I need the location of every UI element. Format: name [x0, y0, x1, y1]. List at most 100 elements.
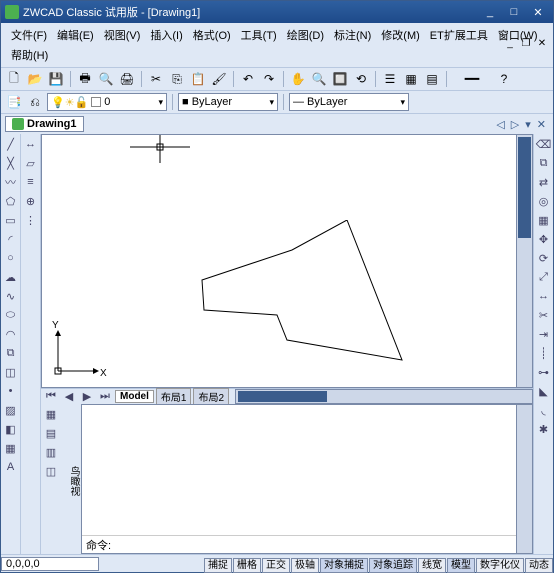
layout-tab-2[interactable]: 布局2	[193, 388, 229, 405]
mdi-restore-button[interactable]: ❐	[519, 37, 533, 49]
break-icon[interactable]: ┊	[536, 345, 552, 361]
command-vscrollbar[interactable]	[517, 404, 533, 554]
status-btn-8[interactable]: 数字化仪	[476, 558, 524, 573]
design-center-icon[interactable]: ▦	[402, 70, 420, 88]
erase-icon[interactable]: ⌫	[536, 136, 552, 152]
command-history[interactable]	[82, 405, 516, 535]
maximize-button[interactable]: □	[503, 4, 525, 20]
plot-icon[interactable]: 🖨	[118, 70, 136, 88]
make-block-icon[interactable]: ◫	[3, 364, 19, 380]
polyline-icon[interactable]: 〰	[3, 174, 19, 190]
tool-b-icon[interactable]: ▤	[43, 425, 59, 441]
paste-icon[interactable]: 📋	[189, 70, 207, 88]
tab-close-icon[interactable]: ✕	[534, 118, 549, 131]
layout-tab-1[interactable]: 布局1	[156, 388, 192, 405]
layer-prev-icon[interactable]: ⎌	[26, 93, 44, 111]
canvas-vscrollbar[interactable]	[517, 134, 533, 388]
zoom-previous-icon[interactable]: ⟲	[352, 70, 370, 88]
tab-menu-icon[interactable]: ▾	[522, 118, 534, 131]
menu-modify[interactable]: 修改(M)	[377, 25, 424, 45]
new-icon[interactable]: 🗋	[5, 70, 23, 88]
area-icon[interactable]: ▱	[23, 155, 39, 171]
drawing-canvas[interactable]: X Y	[41, 134, 517, 388]
other-tool-icon[interactable]: ⋮	[23, 212, 39, 228]
menu-edit[interactable]: 编辑(E)	[53, 25, 98, 45]
copy-icon[interactable]: ⎘	[168, 70, 186, 88]
menu-view[interactable]: 视图(V)	[100, 25, 145, 45]
tool-palettes-icon[interactable]: ▤	[423, 70, 441, 88]
document-tab[interactable]: Drawing1	[5, 116, 84, 132]
insert-block-icon[interactable]: ⧉	[3, 345, 19, 361]
layer-props-icon[interactable]: 📑	[5, 93, 23, 111]
region-icon[interactable]: ◧	[3, 421, 19, 437]
print-icon[interactable]: 🖶	[76, 70, 94, 88]
spline-icon[interactable]: ∿	[3, 288, 19, 304]
status-btn-0[interactable]: 捕捉	[204, 558, 232, 573]
tool-d-icon[interactable]: ◫	[43, 463, 59, 479]
rectangle-icon[interactable]: ▭	[3, 212, 19, 228]
save-icon[interactable]: 💾	[47, 70, 65, 88]
ellipse-icon[interactable]: ⬭	[3, 307, 19, 323]
status-btn-5[interactable]: 对象追踪	[369, 558, 417, 573]
table-icon[interactable]: ▦	[3, 440, 19, 456]
properties-icon[interactable]: ☰	[381, 70, 399, 88]
canvas-hscrollbar[interactable]	[235, 389, 533, 404]
layer-combo[interactable]: 💡 ☀ 🔓 0 ▾	[47, 93, 167, 111]
polygon-icon[interactable]: ⬠	[3, 193, 19, 209]
menu-file[interactable]: 文件(F)	[7, 25, 51, 45]
chamfer-icon[interactable]: ◣	[536, 383, 552, 399]
circle-icon[interactable]: ○	[3, 250, 19, 266]
close-button[interactable]: ✕	[527, 4, 549, 20]
offset-icon[interactable]: ◎	[536, 193, 552, 209]
arc-icon[interactable]: ◜	[3, 231, 19, 247]
tab-next-icon[interactable]: ▷	[508, 118, 522, 131]
linetype-combo[interactable]: — ByLayer ▾	[289, 93, 409, 111]
next-tab-icon[interactable]: ▶	[79, 389, 95, 405]
move-icon[interactable]: ✥	[536, 231, 552, 247]
last-tab-icon[interactable]: ⏭	[97, 389, 113, 405]
redo-icon[interactable]: ↷	[260, 70, 278, 88]
minimize-button[interactable]: _	[479, 4, 501, 20]
status-btn-4[interactable]: 对象捕捉	[320, 558, 368, 573]
status-btn-1[interactable]: 栅格	[233, 558, 261, 573]
mdi-minimize-button[interactable]: _	[503, 37, 517, 49]
menu-insert[interactable]: 插入(I)	[146, 25, 186, 45]
list-icon[interactable]: ≡	[23, 174, 39, 190]
line-style-icon[interactable]: ━━	[452, 70, 492, 88]
undo-icon[interactable]: ↶	[239, 70, 257, 88]
pan-icon[interactable]: ✋	[289, 70, 307, 88]
color-combo[interactable]: ■ ByLayer ▾	[178, 93, 278, 111]
trim-icon[interactable]: ✂	[536, 307, 552, 323]
menu-format[interactable]: 格式(O)	[189, 25, 235, 45]
copy-obj-icon[interactable]: ⧉	[536, 155, 552, 171]
revcloud-icon[interactable]: ☁	[3, 269, 19, 285]
line-icon[interactable]: ╱	[3, 136, 19, 152]
status-btn-7[interactable]: 模型	[447, 558, 475, 573]
status-btn-9[interactable]: 动态	[525, 558, 553, 573]
mtext-icon[interactable]: A	[3, 459, 19, 475]
tool-c-icon[interactable]: ▥	[43, 444, 59, 460]
status-btn-3[interactable]: 极轴	[291, 558, 319, 573]
help-icon[interactable]: ?	[495, 70, 513, 88]
prev-tab-icon[interactable]: ◀	[61, 389, 77, 405]
point-icon[interactable]: •	[3, 383, 19, 399]
id-icon[interactable]: ⊕	[23, 193, 39, 209]
menu-help[interactable]: 帮助(H)	[7, 45, 52, 65]
mirror-icon[interactable]: ⇄	[536, 174, 552, 190]
status-btn-2[interactable]: 正交	[262, 558, 290, 573]
dist-icon[interactable]: ↔	[23, 136, 39, 152]
menu-et-ext[interactable]: ET扩展工具	[426, 25, 492, 45]
xline-icon[interactable]: ╳	[3, 155, 19, 171]
open-icon[interactable]: 📂	[26, 70, 44, 88]
tool-a-icon[interactable]: ▦	[43, 406, 59, 422]
join-icon[interactable]: ⊶	[536, 364, 552, 380]
hatch-icon[interactable]: ▨	[3, 402, 19, 418]
menu-draw[interactable]: 绘图(D)	[283, 25, 328, 45]
rotate-icon[interactable]: ⟳	[536, 250, 552, 266]
menu-dimension[interactable]: 标注(N)	[330, 25, 375, 45]
scale-icon[interactable]: ⤢	[536, 269, 552, 285]
coords-display[interactable]: 0,0,0,0	[1, 557, 99, 571]
tab-prev-icon[interactable]: ◁	[493, 118, 507, 131]
explode-icon[interactable]: ✱	[536, 421, 552, 437]
zoom-realtime-icon[interactable]: 🔍	[310, 70, 328, 88]
